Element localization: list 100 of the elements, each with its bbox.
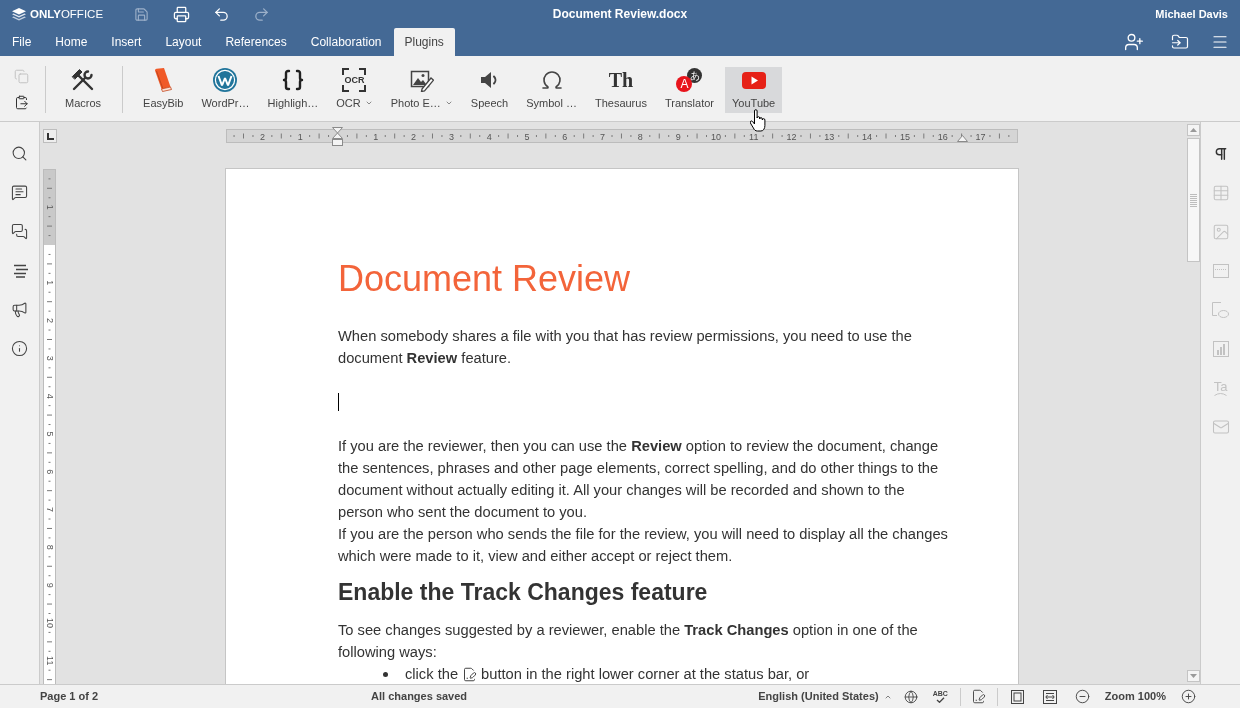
ruler-number: 8	[637, 131, 643, 142]
text-cursor	[338, 393, 339, 411]
bullet-icon	[383, 671, 388, 677]
ruler-number: 5	[44, 431, 55, 437]
chat-icon[interactable]	[11, 223, 28, 240]
checkmark-icon	[935, 697, 945, 703]
braces-icon	[280, 68, 305, 92]
picture-pencil-icon	[409, 68, 434, 92]
print-icon[interactable]	[172, 5, 190, 23]
left-tab-icon	[46, 132, 54, 140]
paragraph-text: When somebody shares a file with you that has review permissions, you need to use the document Review feature.	[338, 327, 913, 368]
search-icon[interactable]	[11, 145, 28, 162]
zoom-out-icon[interactable]	[1074, 689, 1090, 704]
ruler-number: 14	[862, 131, 873, 142]
menu-tab[interactable]: Layout	[153, 28, 214, 56]
paragraph-text: If you are the person who sends the file for the review, you will need to display all the changes which were made to it, view and either accept or reject them.	[338, 525, 949, 566]
toolbar-button[interactable]: Speech	[463, 67, 516, 113]
menu-tab[interactable]: References	[213, 28, 299, 56]
toolbar-button[interactable]: YouTube	[725, 67, 783, 113]
ruler-number: 16	[937, 131, 948, 142]
megaphone-icon[interactable]	[11, 301, 28, 318]
ruler-number: 6	[44, 469, 55, 475]
triangle-up-icon	[1189, 128, 1197, 132]
icon-text: OCR	[344, 75, 365, 85]
zoom-in-icon[interactable]	[1181, 689, 1196, 704]
ruler-number: 8	[44, 544, 55, 550]
ruler-number: 7	[600, 131, 606, 142]
toolbar-button[interactable]: Th Thesaurus	[587, 67, 654, 113]
list-item-text: button in the right lower corner at the status bar, or	[481, 665, 810, 684]
headings-list-icon[interactable]	[11, 263, 28, 278]
ruler-number: 9	[44, 582, 55, 588]
paste-icon[interactable]	[13, 94, 29, 110]
letter-badge: あ	[687, 68, 703, 83]
info-icon[interactable]	[11, 340, 28, 357]
scrollbar-thumb[interactable]	[1186, 138, 1200, 262]
ruler-number: 7	[44, 507, 55, 513]
scroll-up-button[interactable]	[1186, 124, 1200, 136]
ruler-number: 3	[44, 355, 55, 361]
globe-icon[interactable]	[903, 689, 918, 704]
grip-lines-icon	[1189, 193, 1197, 207]
indent-marker-icon[interactable]	[332, 127, 343, 147]
toolbar-button[interactable]: Symbol …	[519, 67, 584, 113]
ruler-number: 3	[448, 131, 454, 142]
omega-icon	[539, 68, 564, 92]
ruler-number: 10	[710, 131, 721, 142]
folder-arrow-icon[interactable]	[1171, 33, 1189, 51]
indent-marker-icon[interactable]	[957, 135, 968, 142]
scroll-down-button[interactable]	[1186, 670, 1200, 682]
menu-tab[interactable]: Home	[43, 28, 100, 56]
menu-tab[interactable]: Insert	[99, 28, 154, 56]
ruler-number: 17	[975, 131, 986, 142]
language-button[interactable]: English (United States)	[758, 688, 892, 705]
ruler-number: 4	[44, 393, 55, 399]
toolbar-button[interactable]: EasyBib	[136, 67, 191, 113]
pointer-cursor-icon	[750, 109, 767, 132]
page-counter[interactable]: Page 1 of 2	[40, 688, 99, 705]
toolbar-button[interactable]: Photo E…	[383, 67, 460, 113]
play-button-icon	[741, 71, 766, 89]
menu-tab[interactable]: Collaboration	[298, 28, 394, 56]
toolbar-button[interactable]: WordPr…	[194, 67, 257, 113]
add-user-icon[interactable]	[1124, 32, 1144, 52]
scan-frame-icon	[342, 68, 367, 92]
ruler-number: 9	[675, 131, 681, 142]
toolbar-button[interactable]: Highligh…	[260, 67, 326, 113]
app-logo: ONLYOFFICE	[30, 7, 104, 21]
ruler-number: 11	[44, 656, 55, 666]
menu-icon[interactable]	[1211, 33, 1229, 51]
menu-tab[interactable]: Plugins	[393, 28, 455, 56]
paragraph-text: To see changes suggested by a reviewer, enable the Track Changes option in one of the following ways:	[338, 621, 919, 662]
ruler-number: 10	[44, 617, 55, 628]
menu-tab[interactable]: File	[0, 28, 44, 56]
track-changes-icon[interactable]	[970, 689, 986, 704]
ruler-number: 13	[824, 131, 835, 142]
hammer-wrench-icon	[71, 68, 96, 92]
comment-icon[interactable]	[11, 184, 28, 201]
tab-stop-button[interactable]	[43, 129, 57, 143]
undo-icon[interactable]	[212, 5, 230, 23]
toolbar-button[interactable]: OCR OCR	[329, 67, 380, 113]
list-item-text: click the	[405, 665, 459, 684]
paragraph-text: If you are the reviewer, then you can use the Review option to review the document, change the sentences, phrases and other page elements, correct spelling, and do other things to the document without actually editing it. All your changes will be recorded and shown to the person who sent the document to you.	[338, 437, 940, 522]
arc-icon	[1214, 392, 1227, 396]
ruler-number: 4	[486, 131, 492, 142]
ruler-number: 2	[259, 131, 265, 142]
toolbar-button[interactable]: Macros	[58, 67, 109, 113]
ruler-number: 15	[899, 131, 910, 142]
ruler-number: 1	[44, 204, 55, 210]
user-name[interactable]: Michael Davis	[1155, 5, 1228, 23]
fit-width-icon[interactable]	[1042, 689, 1057, 704]
ruler-number: 1	[297, 131, 303, 142]
save-status: All changes saved	[371, 689, 468, 705]
horizontal-ruler[interactable]: 2 1 1 2 3 4 5 6 7 8 9 10 11 12 13 14 15 16 17	[226, 129, 1018, 143]
book-icon	[153, 68, 174, 92]
vertical-ruler[interactable]: 1 1 2 3 4 5 6 7 8 9 10 11	[43, 169, 56, 684]
ruler-number: 6	[562, 131, 568, 142]
w-logo-icon	[213, 68, 238, 92]
stacked-layers-icon	[12, 7, 26, 21]
ruler-number: 2	[411, 131, 417, 142]
fit-page-icon[interactable]	[1010, 689, 1024, 704]
document-title: Document Review.docx	[552, 6, 688, 23]
zoom-level[interactable]: Zoom 100%	[1104, 688, 1166, 705]
